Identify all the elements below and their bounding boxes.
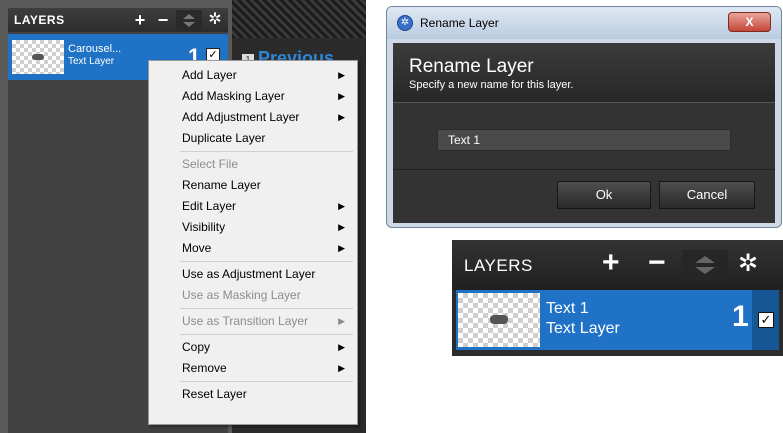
add-layer-icon[interactable]: + bbox=[602, 248, 620, 278]
menu-label: Remove bbox=[182, 361, 227, 375]
settings-gear-icon[interactable]: ✲ bbox=[738, 252, 758, 276]
submenu-arrow-icon: ▶ bbox=[338, 91, 345, 101]
layer-visibility-checkbox[interactable]: ✓ bbox=[758, 312, 774, 328]
layer-type: Text Layer bbox=[546, 320, 620, 337]
menu-label: Use as Transition Layer bbox=[182, 314, 309, 328]
layers-panel-title: LAYERS bbox=[464, 256, 533, 275]
layers-panel-title: LAYERS bbox=[14, 13, 65, 27]
menu-label: Select File bbox=[182, 157, 239, 171]
dialog-body: Rename Layer Specify a new name for this… bbox=[393, 43, 775, 223]
menu-item-copy[interactable]: Copy ▶ bbox=[149, 337, 357, 358]
menu-separator bbox=[180, 151, 353, 152]
layer-name: Carousel... bbox=[68, 43, 122, 55]
thumbnail-content bbox=[490, 315, 508, 324]
menu-separator bbox=[180, 381, 353, 382]
menu-item-add-masking-layer[interactable]: Add Masking Layer ▶ bbox=[149, 86, 357, 107]
layer-type: Text Layer bbox=[68, 56, 115, 67]
menu-item-use-as-transition-layer: Use as Transition Layer ▶ bbox=[149, 311, 357, 332]
dialog-subtitle: Specify a new name for this layer. bbox=[409, 79, 574, 91]
layers-panel-result: LAYERS + − ✲ Text 1 Text Layer 1 ✓ bbox=[452, 240, 783, 356]
dialog-titlebar[interactable]: ✲ Rename Layer X bbox=[387, 7, 781, 39]
arrow-down-icon[interactable] bbox=[695, 267, 715, 274]
menu-label: Rename Layer bbox=[182, 178, 261, 192]
menu-item-add-layer[interactable]: Add Layer ▶ bbox=[149, 65, 357, 86]
menu-item-add-adjustment-layer[interactable]: Add Adjustment Layer ▶ bbox=[149, 107, 357, 128]
menu-item-move[interactable]: Move ▶ bbox=[149, 238, 357, 259]
layer-thumbnail bbox=[458, 293, 540, 347]
dialog-divider bbox=[393, 169, 775, 170]
arrow-up-icon[interactable] bbox=[695, 256, 715, 263]
menu-item-visibility[interactable]: Visibility ▶ bbox=[149, 217, 357, 238]
layer-number: 1 bbox=[732, 300, 749, 333]
submenu-arrow-icon: ▶ bbox=[338, 243, 345, 253]
submenu-arrow-icon: ▶ bbox=[338, 316, 345, 326]
menu-label: Visibility bbox=[182, 220, 226, 234]
left-screenshot: LAYERS + − ✲ Carousel... Text Layer 1 ✓ … bbox=[0, 0, 366, 433]
menu-item-edit-layer[interactable]: Edit Layer ▶ bbox=[149, 196, 357, 217]
reorder-arrows-icon[interactable] bbox=[176, 10, 202, 30]
submenu-arrow-icon: ▶ bbox=[338, 342, 345, 352]
submenu-arrow-icon: ▶ bbox=[338, 222, 345, 232]
app-icon: ✲ bbox=[397, 15, 413, 31]
menu-label: Reset Layer bbox=[182, 387, 247, 401]
menu-separator bbox=[180, 308, 353, 309]
layer-name-input[interactable] bbox=[437, 129, 731, 151]
menu-item-use-as-masking-layer: Use as Masking Layer bbox=[149, 285, 357, 306]
add-layer-icon[interactable]: + bbox=[130, 10, 150, 30]
dialog-heading: Rename Layer bbox=[409, 56, 534, 77]
submenu-arrow-icon: ▶ bbox=[338, 201, 345, 211]
menu-label: Use as Masking Layer bbox=[182, 288, 301, 302]
layers-panel-header: LAYERS + − ✲ bbox=[8, 8, 228, 32]
rename-layer-dialog: ✲ Rename Layer X Rename Layer Specify a … bbox=[386, 6, 782, 228]
dialog-window-title: Rename Layer bbox=[420, 16, 499, 30]
cancel-button[interactable]: Cancel bbox=[659, 181, 755, 209]
menu-label: Add Layer bbox=[182, 68, 237, 82]
arrow-down-icon[interactable] bbox=[183, 21, 195, 27]
hatched-area bbox=[232, 0, 366, 38]
menu-separator bbox=[180, 261, 353, 262]
settings-gear-icon[interactable]: ✲ bbox=[205, 10, 225, 30]
remove-layer-icon[interactable]: − bbox=[153, 10, 173, 30]
menu-label: Duplicate Layer bbox=[182, 131, 266, 145]
menu-label: Add Masking Layer bbox=[182, 89, 285, 103]
menu-item-duplicate-layer[interactable]: Duplicate Layer bbox=[149, 128, 357, 149]
menu-label: Move bbox=[182, 241, 212, 255]
menu-label: Use as Adjustment Layer bbox=[182, 267, 316, 281]
submenu-arrow-icon: ▶ bbox=[338, 70, 345, 80]
ok-button[interactable]: Ok bbox=[557, 181, 651, 209]
submenu-arrow-icon: ▶ bbox=[338, 112, 345, 122]
menu-label: Copy bbox=[182, 340, 211, 354]
reorder-arrows-icon[interactable] bbox=[682, 250, 728, 280]
arrow-up-icon[interactable] bbox=[183, 13, 195, 19]
menu-item-rename-layer[interactable]: Rename Layer bbox=[149, 175, 357, 196]
menu-item-remove[interactable]: Remove ▶ bbox=[149, 358, 357, 379]
layer-name: Text 1 bbox=[546, 300, 589, 317]
layer-row[interactable]: Text 1 Text Layer 1 ✓ bbox=[456, 290, 779, 350]
submenu-arrow-icon: ▶ bbox=[338, 363, 345, 373]
context-menu: Add Layer ▶ Add Masking Layer ▶ Add Adjust… bbox=[148, 60, 358, 425]
menu-label: Edit Layer bbox=[182, 199, 237, 213]
layers-panel-header: LAYERS + − ✲ bbox=[452, 240, 783, 290]
layer-thumbnail bbox=[12, 40, 64, 74]
close-button[interactable]: X bbox=[728, 12, 771, 32]
menu-item-use-as-adjustment-layer[interactable]: Use as Adjustment Layer bbox=[149, 264, 357, 285]
menu-separator bbox=[180, 334, 353, 335]
remove-layer-icon[interactable]: − bbox=[648, 248, 666, 278]
menu-item-select-file: Select File bbox=[149, 154, 357, 175]
menu-label: Add Adjustment Layer bbox=[182, 110, 300, 124]
dialog-header: Rename Layer Specify a new name for this… bbox=[393, 43, 775, 103]
thumbnail-content bbox=[32, 54, 44, 60]
menu-item-reset-layer[interactable]: Reset Layer bbox=[149, 384, 357, 405]
